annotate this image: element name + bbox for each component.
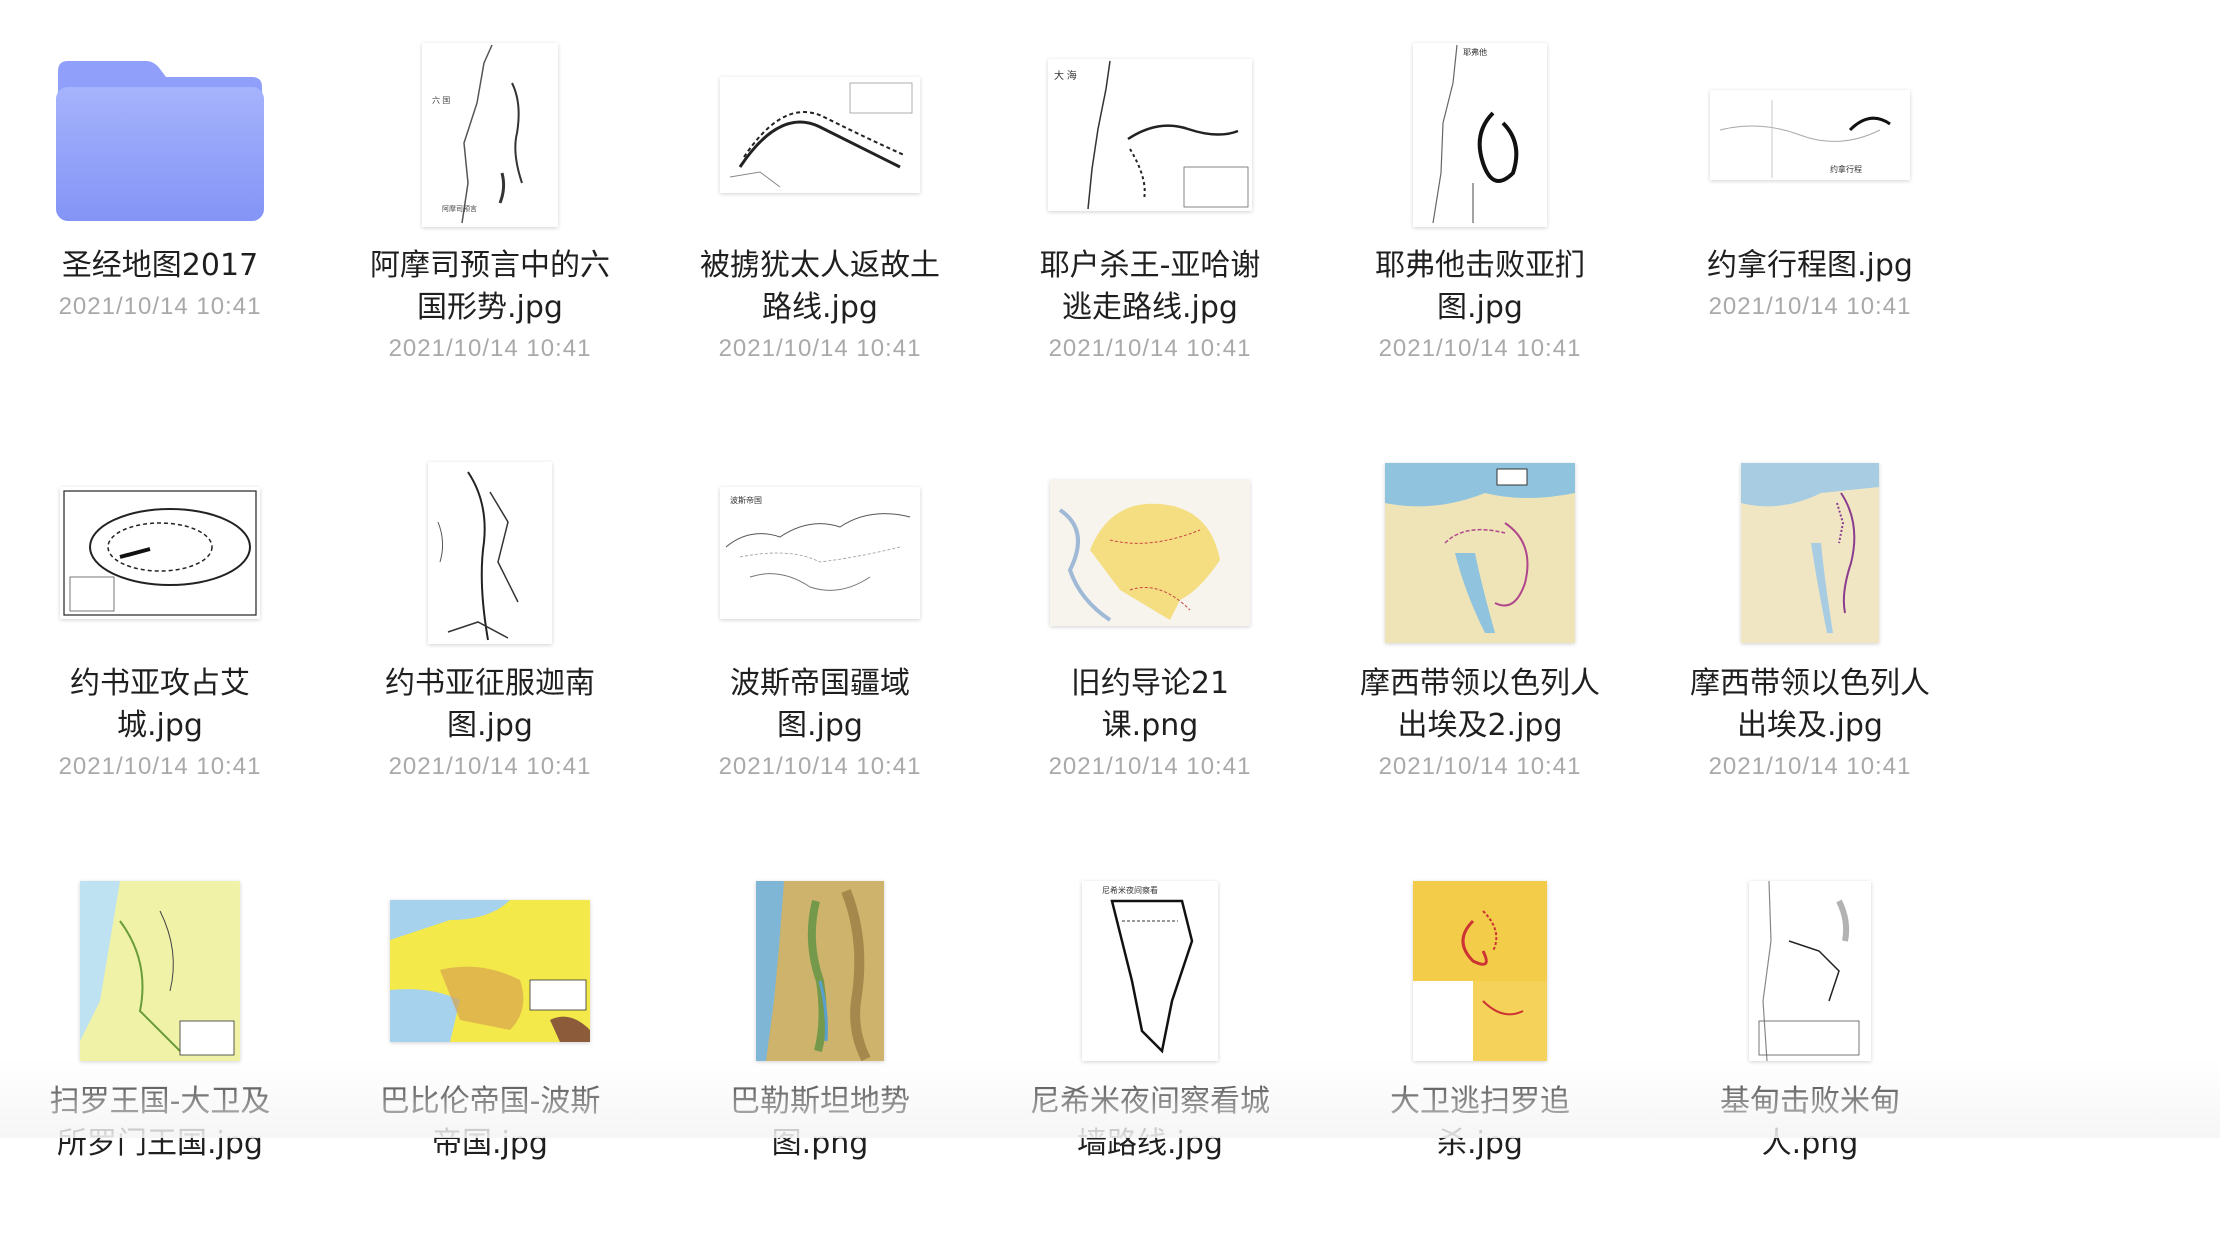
file-date: 2021/10/14 10:41 [718, 753, 922, 780]
file-name: 旧约导论21 课.png [1070, 666, 1230, 743]
file-name: 尼希米夜间察看城 墙路线.jpg [1030, 1084, 1270, 1161]
file-item-13[interactable]: 巴比伦帝国-波斯 帝国.jpg [340, 856, 640, 1256]
map-thumbnail-icon [1030, 438, 1270, 668]
map-thumbnail-icon [1360, 856, 1600, 1086]
svg-text:阿摩司预言: 阿摩司预言 [442, 204, 477, 213]
file-date: 2021/10/14 10:41 [388, 335, 592, 362]
file-name: 耶弗他击败亚扪 图.jpg [1375, 248, 1585, 325]
file-item-14[interactable]: 巴勒斯坦地势 图.png [670, 856, 970, 1256]
map-thumbnail-icon [40, 856, 280, 1086]
file-item-7[interactable]: 约书亚征服迦南 图.jpg 2021/10/14 10:41 [340, 438, 640, 838]
file-item-15[interactable]: 尼希米夜间察看 尼希米夜间察看城 墙路线.jpg [1000, 856, 1300, 1256]
map-thumbnail-icon: 波斯帝国 [700, 438, 940, 668]
file-item-10[interactable]: 摩西带领以色列人 出埃及2.jpg 2021/10/14 10:41 [1330, 438, 1630, 838]
map-thumbnail-icon: 大 海 [1030, 20, 1270, 250]
map-thumbnail-icon [700, 20, 940, 250]
file-item-6[interactable]: 约书亚攻占艾 城.jpg 2021/10/14 10:41 [10, 438, 310, 838]
file-date: 2021/10/14 10:41 [388, 753, 592, 780]
file-name: 巴勒斯坦地势 图.png [730, 1084, 910, 1161]
svg-text:六 国: 六 国 [432, 95, 450, 105]
file-item-12[interactable]: 扫罗王国-大卫及 所罗门王国.jpg [10, 856, 310, 1256]
file-name: 耶户杀王-亚哈谢 逃走路线.jpg [1039, 248, 1261, 325]
map-thumbnail-icon: 六 国 阿摩司预言 [370, 20, 610, 250]
file-item-4[interactable]: 耶弗他 耶弗他击败亚扪 图.jpg 2021/10/14 10:41 [1330, 20, 1630, 420]
file-date: 2021/10/14 10:41 [1378, 753, 1582, 780]
file-date: 2021/10/14 10:41 [58, 753, 262, 780]
svg-text:约拿行程: 约拿行程 [1830, 164, 1862, 174]
map-thumbnail-icon [1360, 438, 1600, 668]
map-thumbnail-icon [700, 856, 940, 1086]
map-thumbnail-icon [370, 438, 610, 668]
file-name: 扫罗王国-大卫及 所罗门王国.jpg [49, 1084, 271, 1161]
file-date: 2021/10/14 10:41 [1048, 335, 1252, 362]
folder-icon [40, 20, 280, 250]
svg-text:大 海: 大 海 [1054, 69, 1077, 82]
file-date: 2021/10/14 10:41 [1378, 335, 1582, 362]
file-date: 2021/10/14 10:41 [1048, 753, 1252, 780]
file-item-3[interactable]: 大 海 耶户杀王-亚哈谢 逃走路线.jpg 2021/10/14 10:41 [1000, 20, 1300, 420]
svg-text:耶弗他: 耶弗他 [1463, 47, 1487, 57]
file-grid: 圣经地图2017 2021/10/14 10:41 六 国 阿摩司预言 阿摩司预… [0, 0, 2220, 1161]
file-name: 波斯帝国疆域 图.jpg [730, 666, 910, 743]
file-item-5[interactable]: 约拿行程 约拿行程图.jpg 2021/10/14 10:41 [1660, 20, 1960, 420]
file-name: 摩西带领以色列人 出埃及.jpg [1690, 666, 1930, 743]
file-name: 基甸击败米甸 人.png [1720, 1084, 1900, 1161]
map-thumbnail-icon [1690, 856, 1930, 1086]
file-name: 圣经地图2017 [61, 248, 259, 283]
file-item-8[interactable]: 波斯帝国 波斯帝国疆域 图.jpg 2021/10/14 10:41 [670, 438, 970, 838]
map-thumbnail-icon: 尼希米夜间察看 [1030, 856, 1270, 1086]
file-item-9[interactable]: 旧约导论21 课.png 2021/10/14 10:41 [1000, 438, 1300, 838]
svg-text:波斯帝国: 波斯帝国 [730, 495, 762, 505]
file-name: 约拿行程图.jpg [1707, 248, 1913, 283]
map-thumbnail-icon [370, 856, 610, 1086]
file-date: 2021/10/14 10:41 [58, 293, 262, 320]
file-item-1[interactable]: 六 国 阿摩司预言 阿摩司预言中的六 国形势.jpg 2021/10/14 10… [340, 20, 640, 420]
file-item-11[interactable]: 摩西带领以色列人 出埃及.jpg 2021/10/14 10:41 [1660, 438, 1960, 838]
file-item-17[interactable]: 基甸击败米甸 人.png [1660, 856, 1960, 1256]
file-name: 被掳犹太人返故土 路线.jpg [700, 248, 940, 325]
file-date: 2021/10/14 10:41 [718, 335, 922, 362]
file-name: 约书亚征服迦南 图.jpg [385, 666, 595, 743]
svg-text:尼希米夜间察看: 尼希米夜间察看 [1102, 885, 1158, 895]
file-name: 阿摩司预言中的六 国形势.jpg [370, 248, 610, 325]
file-item-0[interactable]: 圣经地图2017 2021/10/14 10:41 [10, 20, 310, 420]
file-name: 大卫逃扫罗追 杀.jpg [1390, 1084, 1570, 1161]
file-name: 摩西带领以色列人 出埃及2.jpg [1360, 666, 1600, 743]
map-thumbnail-icon: 耶弗他 [1360, 20, 1600, 250]
file-item-16[interactable]: 大卫逃扫罗追 杀.jpg [1330, 856, 1630, 1256]
file-date: 2021/10/14 10:41 [1708, 293, 1912, 320]
map-thumbnail-icon [40, 438, 280, 668]
file-item-2[interactable]: 被掳犹太人返故土 路线.jpg 2021/10/14 10:41 [670, 20, 970, 420]
file-name: 巴比伦帝国-波斯 帝国.jpg [379, 1084, 601, 1161]
file-date: 2021/10/14 10:41 [1708, 753, 1912, 780]
file-name: 约书亚攻占艾 城.jpg [70, 666, 250, 743]
map-thumbnail-icon [1690, 438, 1930, 668]
map-thumbnail-icon: 约拿行程 [1690, 20, 1930, 250]
